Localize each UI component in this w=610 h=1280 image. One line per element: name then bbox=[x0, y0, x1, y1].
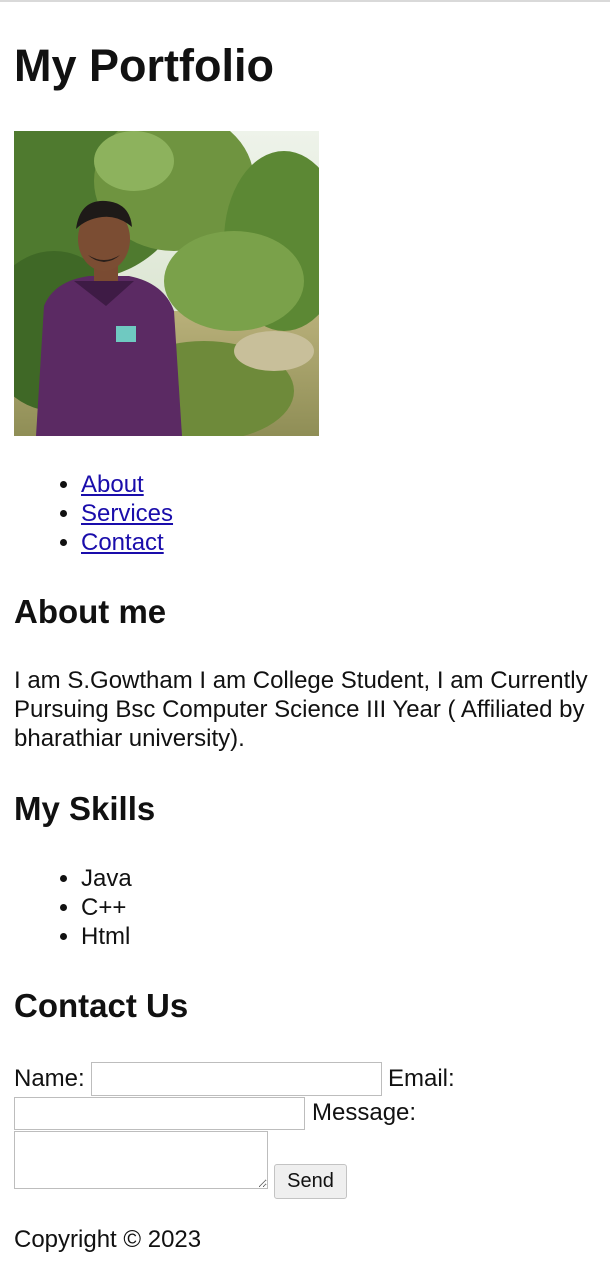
skill-item: Java bbox=[81, 864, 132, 893]
skill-item: C++ bbox=[81, 893, 132, 922]
nav-item: Contact bbox=[81, 528, 173, 557]
name-label: Name: bbox=[14, 1065, 85, 1092]
about-heading: About me bbox=[14, 593, 167, 630]
nav-link-contact[interactable]: Contact bbox=[81, 529, 164, 556]
nav-item: Services bbox=[81, 499, 173, 528]
email-field[interactable] bbox=[14, 1097, 305, 1130]
name-field[interactable] bbox=[91, 1062, 382, 1096]
skill-item: Html bbox=[81, 922, 132, 951]
skills-list: Java C++ Html bbox=[59, 864, 132, 951]
nav-link-about[interactable]: About bbox=[81, 471, 144, 498]
top-border bbox=[0, 0, 610, 2]
send-button[interactable]: Send bbox=[274, 1164, 347, 1199]
page-title: My Portfolio bbox=[14, 40, 274, 91]
profile-photo bbox=[14, 131, 319, 436]
copyright-text: Copyright © 2023 bbox=[14, 1226, 202, 1253]
about-text: I am S.Gowtham I am College Student, I a… bbox=[14, 667, 588, 752]
message-field[interactable] bbox=[14, 1131, 268, 1189]
skills-heading: My Skills bbox=[14, 790, 156, 827]
nav-item: About bbox=[81, 470, 173, 499]
nav-link-services[interactable]: Services bbox=[81, 500, 173, 527]
email-label: Email: bbox=[388, 1065, 455, 1092]
nav-list: About Services Contact bbox=[59, 470, 173, 557]
message-label: Message: bbox=[312, 1099, 417, 1126]
contact-heading: Contact Us bbox=[14, 987, 189, 1024]
